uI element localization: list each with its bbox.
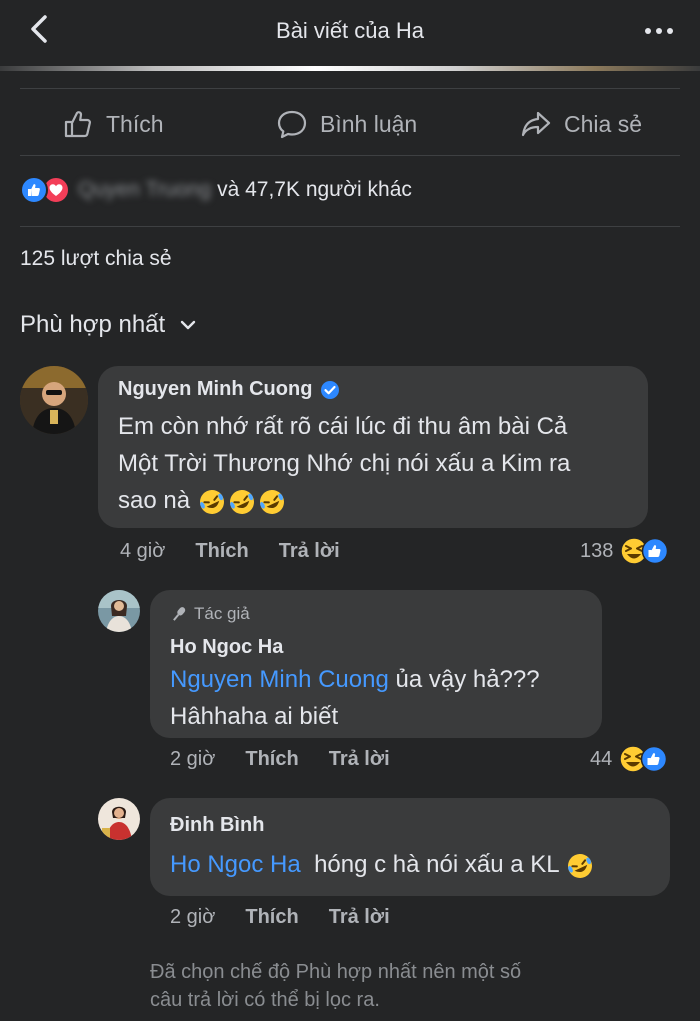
page-title: Bài viết của Ha (276, 18, 424, 43)
header-divider (0, 66, 700, 71)
comment-line: Hâhhaha ai biết (170, 703, 339, 730)
like-reaction-icon (642, 537, 669, 565)
comment-icon (277, 110, 307, 139)
like-button[interactable]: Thích (62, 109, 164, 139)
reply-bubble[interactable]: Tác giả Ho Ngoc Ha Nguyen Minh Cuong ủa … (150, 590, 602, 738)
comment-meta: 2 giờ Thích Trả lời (170, 906, 390, 929)
comment-reply-button[interactable]: Trả lời (279, 540, 340, 563)
share-count[interactable]: 125 lượt chia sẻ (20, 247, 172, 271)
mention-link[interactable]: Ho Ngoc Ha (170, 851, 301, 878)
microphone-icon (173, 607, 186, 621)
comment-reactions[interactable]: 138 (580, 536, 669, 566)
mention-link[interactable]: Nguyen Minh Cuong (170, 666, 389, 693)
like-label: Thích (106, 110, 164, 137)
like-reaction-icon (20, 176, 48, 204)
comment-sort-dropdown[interactable]: Phù hợp nhất (20, 311, 197, 339)
author-badge: Tác giả (170, 604, 250, 624)
comment-text: Ho Ngoc Ha hóng c hà nói xấu a KL (170, 846, 660, 883)
author-badge-label: Tác giả (194, 604, 250, 623)
more-options-button[interactable] (642, 14, 676, 48)
like-reaction-icon (641, 745, 668, 773)
reaction-count-text: và 47,7K người khác (217, 178, 412, 201)
comment-time[interactable]: 2 giờ (170, 906, 215, 929)
comment-reply-button[interactable]: Trả lời (329, 748, 390, 771)
avatar-photo (98, 798, 140, 840)
comment-meta: 4 giờ Thích Trả lời (120, 540, 340, 563)
comment-time[interactable]: 2 giờ (170, 748, 215, 771)
share-button[interactable]: Chia sẻ (520, 109, 642, 139)
comment-author[interactable]: Ho Ngoc Ha (170, 636, 283, 659)
comment-text: Em còn nhớ rất rõ cái lúc đi thu âm bài … (118, 408, 638, 519)
avatar-photo (20, 366, 88, 434)
avatar[interactable] (98, 798, 140, 840)
comment-line: hóng c hà nói xấu a KL (300, 851, 559, 878)
avatar[interactable] (20, 366, 88, 434)
comment-like-button[interactable]: Thích (195, 540, 248, 563)
sort-label: Phù hợp nhất (20, 311, 166, 338)
comment-reactions[interactable]: 44 (590, 744, 668, 774)
rofl-emoji-icon (199, 489, 224, 514)
rofl-emoji-icon (259, 489, 284, 514)
comment-author[interactable]: Đinh Bình (170, 814, 264, 837)
filter-notice-line: câu trả lời có thể bị lọc ra. (150, 989, 380, 1011)
rofl-emoji-icon (568, 853, 593, 878)
comment-label: Bình luận (320, 110, 418, 137)
comment-line: ủa vậy hả??? (388, 666, 540, 693)
avatar[interactable] (98, 590, 140, 632)
comment-author[interactable]: Nguyen Minh Cuong (118, 378, 312, 401)
comment-reaction-count: 44 (590, 747, 613, 770)
comment-button[interactable]: Bình luận (276, 109, 417, 139)
reaction-summary[interactable]: Quyen Truong và 47,7K người khác (20, 170, 412, 210)
comment-time[interactable]: 4 giờ (120, 540, 165, 563)
comment-line: Một Trời Thương Nhớ chị nói xấu a Kim ra (118, 450, 571, 477)
comment-text: Nguyen Minh Cuong ủa vậy hả??? Hâhhaha a… (170, 661, 590, 735)
comment-line: Em còn nhớ rất rõ cái lúc đi thu âm bài … (118, 413, 568, 440)
verified-badge-icon (321, 380, 340, 399)
share-icon (521, 111, 551, 137)
thumbs-up-icon (64, 111, 91, 138)
comment-line: sao nà (118, 487, 191, 514)
top-bar: Bài viết của Ha (0, 0, 700, 66)
filter-notice-line: Đã chọn chế độ Phù hợp nhất nên một số (150, 961, 522, 983)
comment-like-button[interactable]: Thích (245, 906, 298, 929)
comment-reply-button[interactable]: Trả lời (329, 906, 390, 929)
comment-reaction-count: 138 (580, 539, 614, 562)
avatar-photo (98, 590, 140, 632)
rofl-emoji-icon (229, 489, 254, 514)
reply-bubble[interactable]: Đinh Bình Ho Ngoc Ha hóng c hà nói xấu a… (150, 798, 670, 896)
post-action-bar: Thích Bình luận Chia sẻ (20, 88, 680, 156)
filter-notice: Đã chọn chế độ Phù hợp nhất nên một số c… (150, 958, 630, 1014)
chevron-down-icon (180, 320, 196, 330)
divider (20, 226, 680, 227)
share-label: Chia sẻ (564, 110, 642, 137)
reactor-name: Quyen Truong (78, 178, 212, 201)
comment-bubble[interactable]: Nguyen Minh Cuong Em còn nhớ rất rõ cái … (98, 366, 648, 528)
comment-like-button[interactable]: Thích (245, 748, 298, 771)
comment-meta: 2 giờ Thích Trả lời (170, 748, 390, 771)
more-dots-icon (645, 28, 673, 34)
